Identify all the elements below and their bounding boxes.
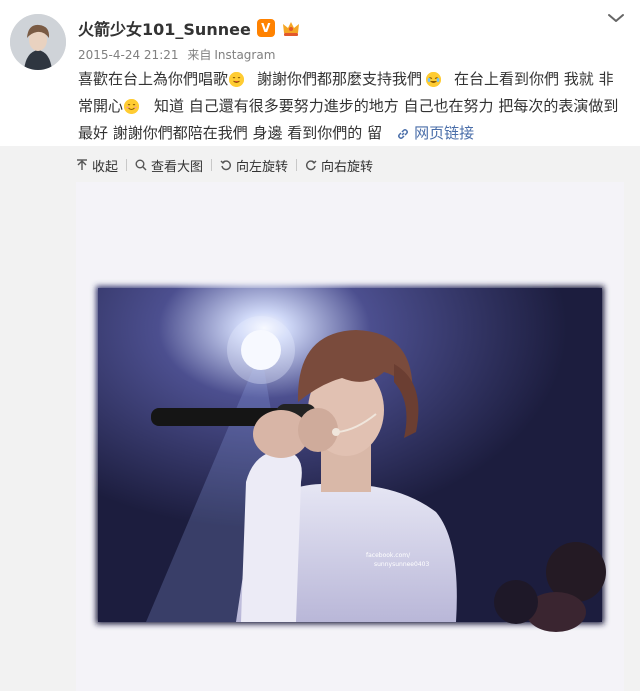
rotate-left-button[interactable]: 向左旋转 [220,156,288,175]
post-text: 喜歡在台上為你們唱歌 謝謝你們都那麼支持我們 在台上看到你們 我就 非 常開心 … [78,66,630,147]
rotate-right-button[interactable]: 向右旋转 [305,156,373,175]
laugh-tears-emoji-icon [426,72,442,87]
link-icon [398,128,409,139]
crown-badge-icon [281,18,301,38]
collapse-label: 收起 [92,159,119,175]
text-segment: 知道 自己還有很多要努力進步的地方 自己也在努力 把每次的表演做到 [154,97,619,115]
smile-emoji-icon [124,99,140,114]
rotate-left-label: 向左旋转 [236,159,289,175]
view-large-button[interactable]: 查看大图 [135,156,203,175]
collapse-button[interactable]: 收起 [76,156,118,175]
photo-watermark-line1: facebook.com/ [366,552,411,559]
text-segment: 謝謝你們都那麼支持我們 [257,70,423,88]
photo-watermark-line2: sunnysunnee0403 [374,561,429,568]
username[interactable]: 火箭少女101_Sunnee [78,16,251,40]
rotate-left-icon [220,160,232,171]
toolbar-divider [126,159,128,171]
source-name[interactable]: Instagram [214,48,275,62]
smile-emoji-icon [229,72,245,87]
web-link-label: 网页链接 [414,124,475,142]
view-large-label: 查看大图 [151,159,204,175]
post-photo[interactable]: facebook.com/ sunnysunnee0403 [76,182,624,691]
text-segment: 最好 謝謝你們都陪在我們 身邊 看到你們的 留 [78,124,383,142]
post-meta: 2015-4-24 21:21 来自 Instagram [78,46,275,63]
username-row: 火箭少女101_Sunnee V [78,16,301,40]
post-text-line: 常開心 知道 自己還有很多要努力進步的地方 自己也在努力 把每次的表演做到 [78,93,630,120]
arrow-up-icon [77,159,87,170]
web-link[interactable]: 网页链接 [396,120,474,147]
rotate-right-icon [306,160,317,171]
verified-badge: V [256,19,275,37]
text-segment: 常開心 [78,97,124,115]
chevron-down-icon[interactable] [606,10,626,24]
post-text-line: 最好 謝謝你們都陪在我們 身邊 看到你們的 留 网页链接 [78,120,630,147]
search-icon [135,159,147,171]
media-toolbar: 收起 查看大图 向左旋转 向右旋转 [76,155,387,175]
weibo-post: 火箭少女101_Sunnee V 2015-4-24 21:21 来自 Insta… [0,0,640,691]
toolbar-divider [296,159,298,171]
text-segment: 喜歡在台上為你們唱歌 [78,70,229,88]
media-expanded-view: 收起 查看大图 向左旋转 向右旋转 facebook.com/ sunnysun… [0,146,640,691]
timestamp[interactable]: 2015-4-24 21:21 [78,48,179,62]
source-prefix: 来自 [187,48,212,62]
avatar[interactable] [10,14,66,70]
post-text-line: 喜歡在台上為你們唱歌 謝謝你們都那麼支持我們 在台上看到你們 我就 非 [78,66,630,93]
toolbar-divider [211,159,213,171]
rotate-right-label: 向右旋转 [321,159,374,175]
text-segment: 在台上看到你們 我就 非 [454,70,614,88]
